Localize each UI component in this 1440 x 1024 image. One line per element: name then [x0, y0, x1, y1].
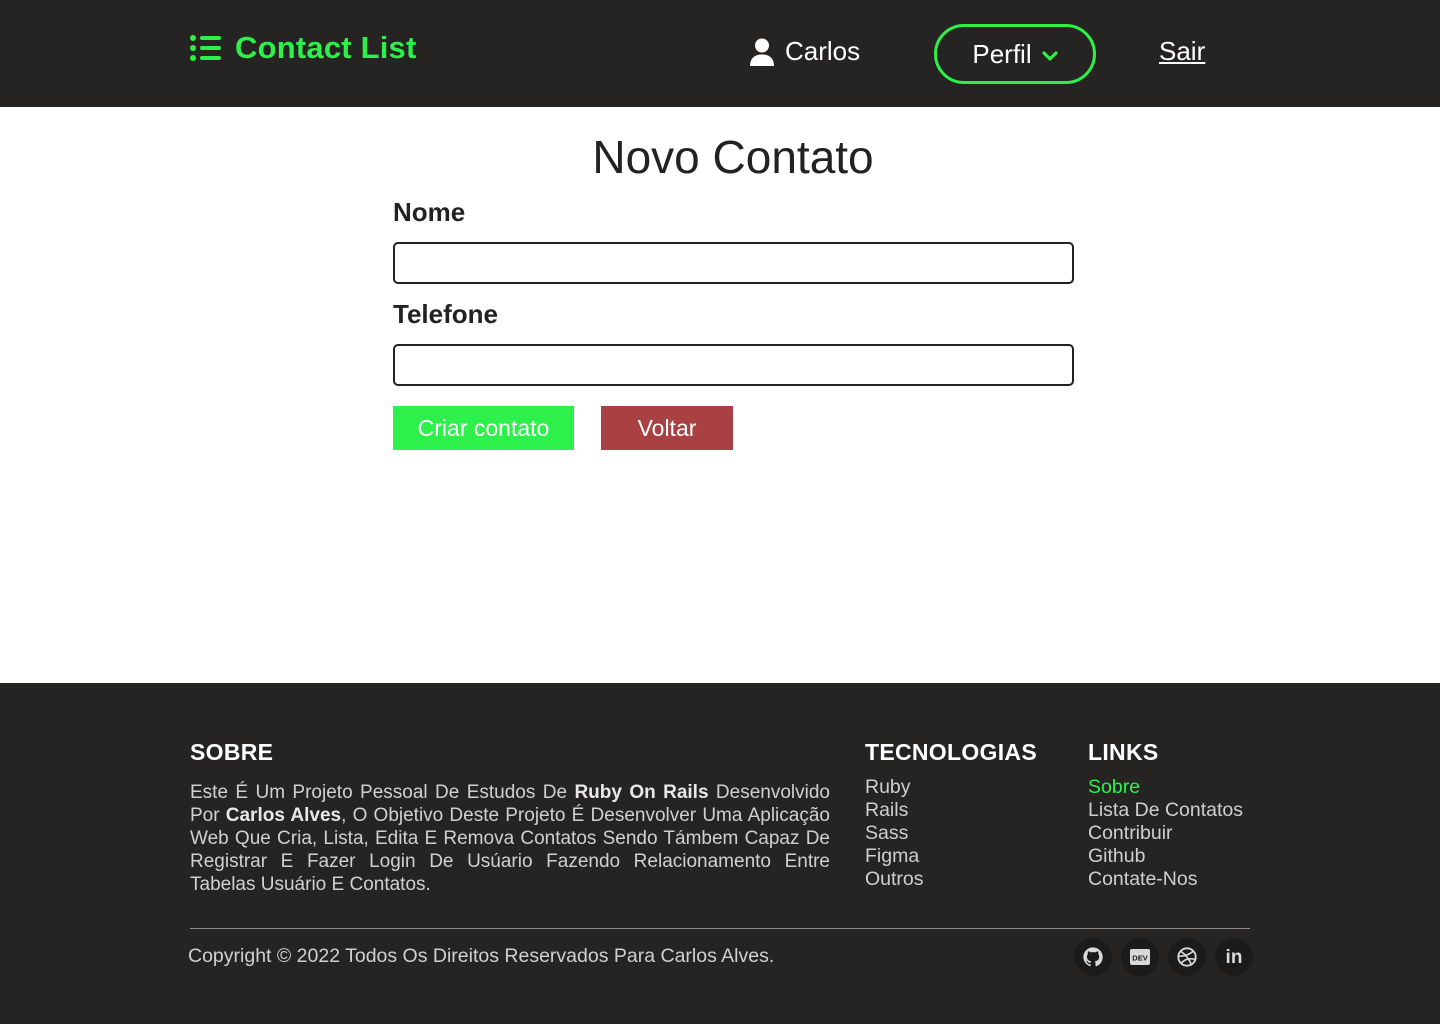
back-button[interactable]: Voltar [601, 406, 733, 450]
list-icon [190, 35, 221, 61]
dev-icon: DEV [1130, 949, 1150, 965]
footer-divider [190, 928, 1250, 929]
about-text-part: Este É Um Projeto Pessoal De Estudos De [190, 782, 575, 803]
technologies-title: TECNOLOGIAS [865, 739, 1037, 765]
footer-link-contribute[interactable]: Contribuir [1088, 822, 1243, 845]
footer-link-sobre[interactable]: Sobre [1088, 776, 1243, 799]
brand-link[interactable]: Contact List [190, 30, 417, 66]
links-list: Sobre Lista De Contatos Contribuir Githu… [1088, 776, 1243, 891]
dev-badge-text: DEV [1132, 954, 1147, 963]
technologies-list: Ruby Rails Sass Figma Outros [865, 776, 924, 891]
github-link[interactable] [1074, 938, 1112, 976]
top-navbar: Contact List Carlos Perfil Sair [0, 0, 1440, 107]
brand-title: Contact List [235, 30, 417, 65]
linkedin-text: in [1226, 947, 1243, 968]
name-label: Nome [393, 197, 466, 227]
page-title: Novo Contato [592, 131, 874, 183]
user-name: Carlos [785, 36, 861, 66]
about-text: Este É Um Projeto Pessoal De Estudos De … [190, 781, 830, 896]
about-highlight-ruby: Ruby On Rails [574, 782, 709, 803]
technology-item[interactable]: Ruby [865, 776, 924, 799]
chevron-down-icon [1042, 51, 1058, 61]
links-title: LINKS [1088, 739, 1159, 765]
dev-link[interactable]: DEV [1121, 938, 1159, 976]
phone-input[interactable] [393, 344, 1074, 386]
about-title: SOBRE [190, 739, 274, 765]
footer: SOBRE Este É Um Projeto Pessoal De Estud… [0, 683, 1440, 1024]
about-highlight-author: Carlos Alves [225, 805, 342, 826]
dribbble-link[interactable] [1168, 938, 1206, 976]
dribbble-icon [1177, 947, 1197, 967]
technology-item[interactable]: Sass [865, 822, 924, 845]
current-user: Carlos [749, 36, 860, 67]
technology-item[interactable]: Rails [865, 799, 924, 822]
footer-link-contact-us[interactable]: Contate-Nos [1088, 868, 1243, 891]
user-icon [750, 38, 774, 66]
logout-link[interactable]: Sair [1159, 36, 1205, 67]
copyright-text: Copyright © 2022 Todos Os Direitos Reser… [188, 945, 775, 967]
technology-item[interactable]: Outros [865, 868, 924, 891]
profile-dropdown-button[interactable]: Perfil [934, 24, 1096, 84]
linkedin-icon: in [1226, 947, 1243, 968]
linkedin-link[interactable]: in [1215, 938, 1253, 976]
social-links: DEV in [1074, 938, 1253, 976]
name-input[interactable] [393, 242, 1074, 284]
technology-item[interactable]: Figma [865, 845, 924, 868]
footer-link-github[interactable]: Github [1088, 845, 1243, 868]
footer-link-contact-list[interactable]: Lista De Contatos [1088, 799, 1243, 822]
phone-label: Telefone [393, 299, 498, 329]
create-contact-button[interactable]: Criar contato [393, 406, 574, 450]
github-icon [1083, 947, 1103, 967]
profile-label: Perfil [972, 38, 1032, 69]
